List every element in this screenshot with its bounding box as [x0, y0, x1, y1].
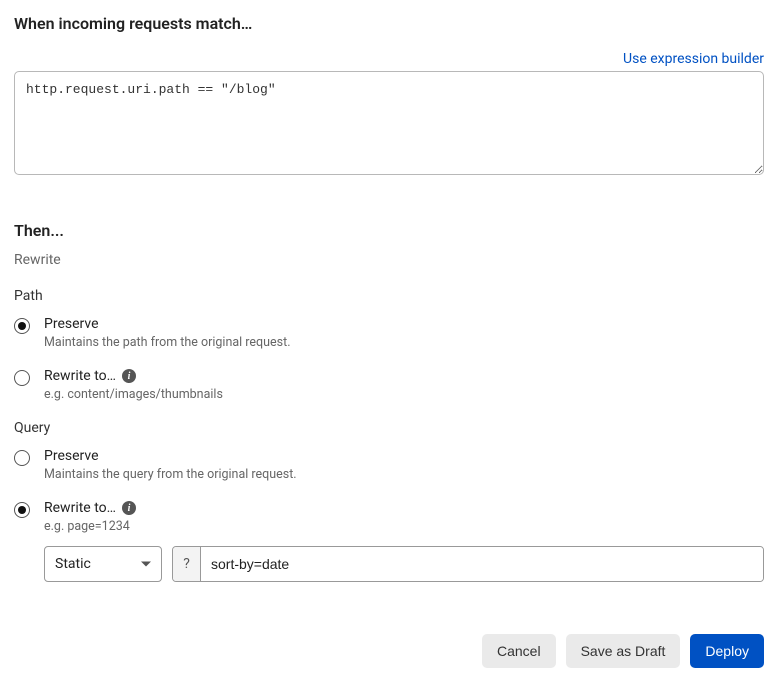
path-group-label: Path: [14, 288, 764, 304]
path-rewrite-hint: e.g. content/images/thumbnails: [44, 387, 764, 402]
query-preserve-option[interactable]: Preserve Maintains the query from the or…: [14, 448, 764, 482]
query-rewrite-option[interactable]: Rewrite to… i e.g. page=1234 Static ?: [14, 500, 764, 582]
query-preserve-label: Preserve: [44, 448, 99, 464]
then-action-label: Rewrite: [14, 252, 764, 268]
deploy-button[interactable]: Deploy: [690, 634, 764, 668]
query-preserve-hint: Maintains the query from the original re…: [44, 467, 764, 482]
path-preserve-option[interactable]: Preserve Maintains the path from the ori…: [14, 316, 764, 350]
expression-input[interactable]: [14, 71, 764, 175]
query-rewrite-value-input[interactable]: [201, 547, 763, 581]
query-group-label: Query: [14, 420, 764, 436]
then-section-title: Then...: [14, 221, 764, 240]
rewrite-mode-select[interactable]: Static: [44, 546, 162, 582]
query-rewrite-label: Rewrite to…: [44, 500, 116, 516]
query-preserve-radio[interactable]: [14, 450, 30, 466]
path-rewrite-label: Rewrite to…: [44, 368, 116, 384]
cancel-button[interactable]: Cancel: [482, 634, 556, 668]
path-preserve-radio[interactable]: [14, 318, 30, 334]
path-rewrite-radio[interactable]: [14, 370, 30, 386]
save-draft-button[interactable]: Save as Draft: [566, 634, 681, 668]
match-section-title: When incoming requests match…: [14, 14, 764, 33]
path-preserve-hint: Maintains the path from the original req…: [44, 335, 764, 350]
info-icon: i: [122, 369, 136, 383]
path-preserve-label: Preserve: [44, 316, 99, 332]
chevron-down-icon: [141, 562, 151, 567]
rewrite-mode-value: Static: [55, 556, 91, 572]
query-prefix-label: ?: [173, 547, 201, 581]
query-rewrite-radio[interactable]: [14, 502, 30, 518]
expression-builder-link[interactable]: Use expression builder: [623, 51, 764, 67]
query-rewrite-hint: e.g. page=1234: [44, 519, 764, 534]
info-icon: i: [122, 501, 136, 515]
path-rewrite-option[interactable]: Rewrite to… i e.g. content/images/thumbn…: [14, 368, 764, 402]
